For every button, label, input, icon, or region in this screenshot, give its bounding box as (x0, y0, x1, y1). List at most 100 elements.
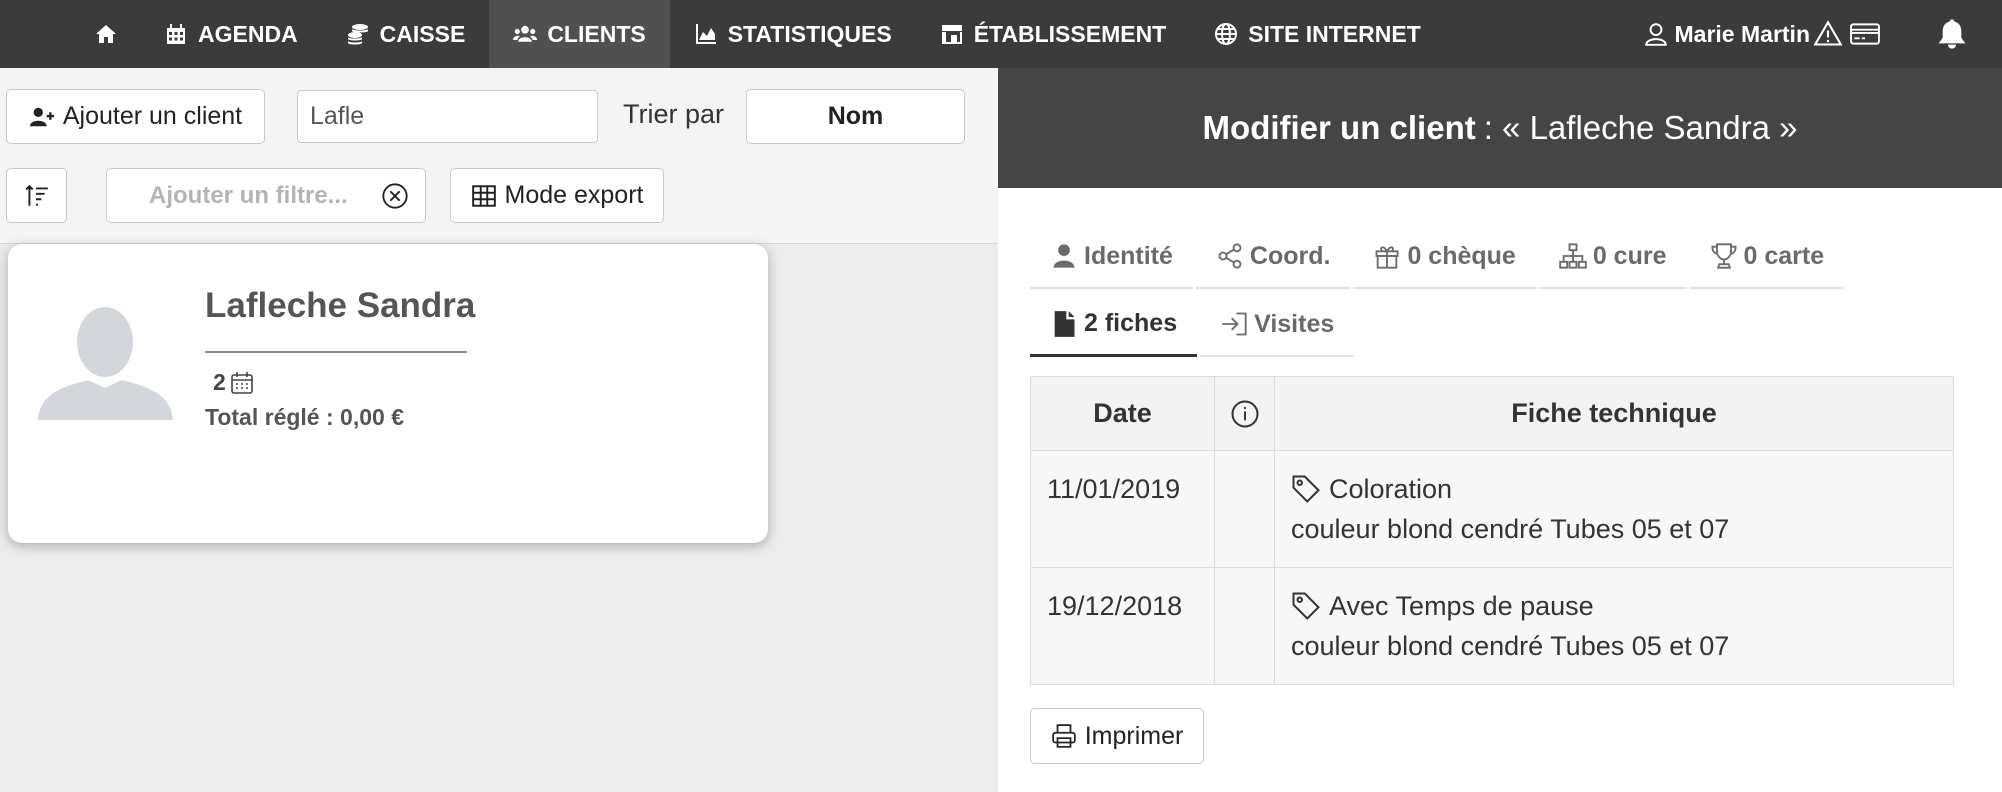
nav-site-internet-label: SITE INTERNET (1248, 20, 1421, 47)
tab-fiches-label: 2 fiches (1084, 309, 1178, 337)
tab-row-2: 2 fiches Visites (1030, 293, 1970, 361)
nav-etablissement-label: ÉTABLISSEMENT (973, 20, 1167, 47)
print-button[interactable]: Imprimer (1030, 708, 1204, 764)
fiche-title: Coloration (1329, 474, 1453, 504)
client-search-input[interactable] (297, 90, 598, 143)
export-mode-button[interactable]: Mode export (450, 168, 664, 223)
fiche-title-line: Coloration (1291, 469, 1937, 509)
filter-input[interactable]: Ajouter un filtre... (106, 168, 426, 223)
row-info (1214, 450, 1275, 568)
clear-filter-icon[interactable] (381, 182, 409, 210)
calendar-icon (164, 22, 188, 46)
tab-carte-label: 0 carte (1743, 241, 1825, 270)
bell-icon (1936, 18, 1968, 50)
visit-count-value: 2 (213, 369, 226, 395)
tab-cheque-label: 0 chèque (1407, 241, 1516, 270)
row-date: 11/01/2019 (1030, 450, 1215, 568)
tab-visites[interactable]: Visites (1200, 293, 1355, 357)
table-row[interactable]: 19/12/2018 Avec Temps de pause couleur b… (1030, 567, 1954, 685)
tab-identite[interactable]: Identité (1030, 225, 1193, 289)
sort-select[interactable]: Nom (746, 89, 965, 144)
tab-fiches[interactable]: 2 fiches (1030, 293, 1198, 357)
store-icon (940, 22, 964, 46)
row-info (1214, 567, 1275, 685)
panel-header: Modifier un client : « Lafleche Sandra » (998, 68, 2002, 188)
row-date: 19/12/2018 (1030, 567, 1215, 685)
nav-right: Marie Martin (1643, 0, 2002, 68)
row-fiche: Coloration couleur blond cendré Tubes 05… (1274, 450, 1954, 568)
nav-statistiques-label: STATISTIQUES (727, 20, 892, 47)
visit-count: 2 (213, 369, 254, 396)
export-mode-label: Mode export (504, 181, 644, 209)
user-plus-icon (29, 104, 55, 130)
tab-coord[interactable]: Coord. (1195, 225, 1351, 289)
nav-etablissement[interactable]: ÉTABLISSEMENT (916, 0, 1191, 68)
nav-caisse-label: CAISSE (379, 20, 466, 47)
print-label: Imprimer (1084, 721, 1184, 750)
tab-carte[interactable]: 0 carte (1689, 225, 1845, 289)
sort-order-button[interactable] (6, 168, 67, 223)
nav-agenda[interactable]: AGENDA (140, 0, 322, 68)
print-icon (1051, 723, 1077, 749)
nav-site-internet[interactable]: SITE INTERNET (1190, 0, 1445, 68)
panel-title: Modifier un client (1202, 109, 1476, 146)
calendar-icon (230, 371, 254, 395)
user-name: Marie Martin (1674, 20, 1810, 47)
user-icon (1643, 21, 1669, 47)
table-icon (471, 183, 497, 209)
nav-statistiques[interactable]: STATISTIQUES (670, 0, 916, 68)
sort-label: Trier par (623, 99, 725, 129)
tab-cure-label: 0 cure (1592, 241, 1667, 270)
fiche-detail: couleur blond cendré Tubes 05 et 07 (1291, 631, 1730, 661)
gift-icon (1373, 242, 1401, 270)
tag-icon (1291, 474, 1321, 504)
sign-in-icon (1220, 310, 1248, 338)
sitemap-icon (1559, 242, 1587, 270)
tag-icon (1291, 591, 1321, 621)
tab-visites-label: Visites (1254, 309, 1335, 338)
client-card[interactable]: Lafleche Sandra 2 Total réglé : 0,00 € (8, 244, 768, 543)
name-divider (205, 351, 467, 353)
nav-caisse[interactable]: CAISSE (322, 0, 490, 68)
nav-agenda-label: AGENDA (198, 20, 298, 47)
add-client-button[interactable]: Ajouter un client (6, 89, 265, 144)
user-menu[interactable]: Marie Martin (1643, 21, 1810, 48)
tab-row-1: Identité Coord. 0 chèque 0 cure 0 carte (1030, 225, 1970, 293)
date-header[interactable]: Date (1030, 376, 1215, 451)
tab-identite-label: Identité (1084, 241, 1173, 270)
coins-icon (346, 22, 370, 46)
top-navigation: AGENDA CAISSE CLIENTS STATISTIQUES ÉTABL… (0, 0, 2002, 68)
fiche-header[interactable]: Fiche technique (1274, 376, 1954, 451)
user-icon (1050, 242, 1078, 270)
filter-placeholder: Ajouter un filtre... (149, 181, 348, 209)
add-client-label: Ajouter un client (62, 102, 243, 130)
avatar-placeholder-icon (38, 300, 173, 420)
table-row[interactable]: 11/01/2019 Coloration couleur blond cend… (1030, 450, 1954, 568)
credit-card-icon (1850, 21, 1880, 47)
payment-button[interactable] (1846, 21, 1884, 47)
warning-icon (1814, 20, 1842, 48)
nav-home[interactable] (0, 0, 140, 68)
trophy-icon (1710, 242, 1738, 270)
warning-button[interactable] (1810, 20, 1846, 48)
sort-select-value: Nom (827, 102, 884, 130)
notifications-button[interactable] (1936, 18, 1968, 50)
globe-icon (1214, 22, 1238, 46)
tab-coord-label: Coord. (1249, 241, 1331, 270)
nav-clients[interactable]: CLIENTS (489, 0, 670, 68)
fiche-detail: couleur blond cendré Tubes 05 et 07 (1291, 514, 1730, 544)
fiche-table: Date Fiche technique 11/01/2019 Colorati… (1030, 376, 1954, 685)
tab-cure[interactable]: 0 cure (1538, 225, 1687, 289)
client-name: Lafleche Sandra (205, 286, 476, 325)
users-icon (513, 22, 538, 46)
client-tabs: Identité Coord. 0 chèque 0 cure 0 carte (1030, 225, 1970, 361)
edit-client-panel: Modifier un client : « Lafleche Sandra »… (998, 68, 2002, 792)
tab-cheque[interactable]: 0 chèque (1353, 225, 1536, 289)
table-header-row: Date Fiche technique (1030, 376, 1954, 451)
info-header (1214, 376, 1275, 451)
total-paid: Total réglé : 0,00 € (205, 404, 404, 430)
panel-title-client: : « Lafleche Sandra » (1483, 109, 1798, 146)
row-fiche: Avec Temps de pause couleur blond cendré… (1274, 567, 1954, 685)
sort-amount-icon (24, 183, 50, 209)
chart-area-icon (694, 22, 718, 46)
